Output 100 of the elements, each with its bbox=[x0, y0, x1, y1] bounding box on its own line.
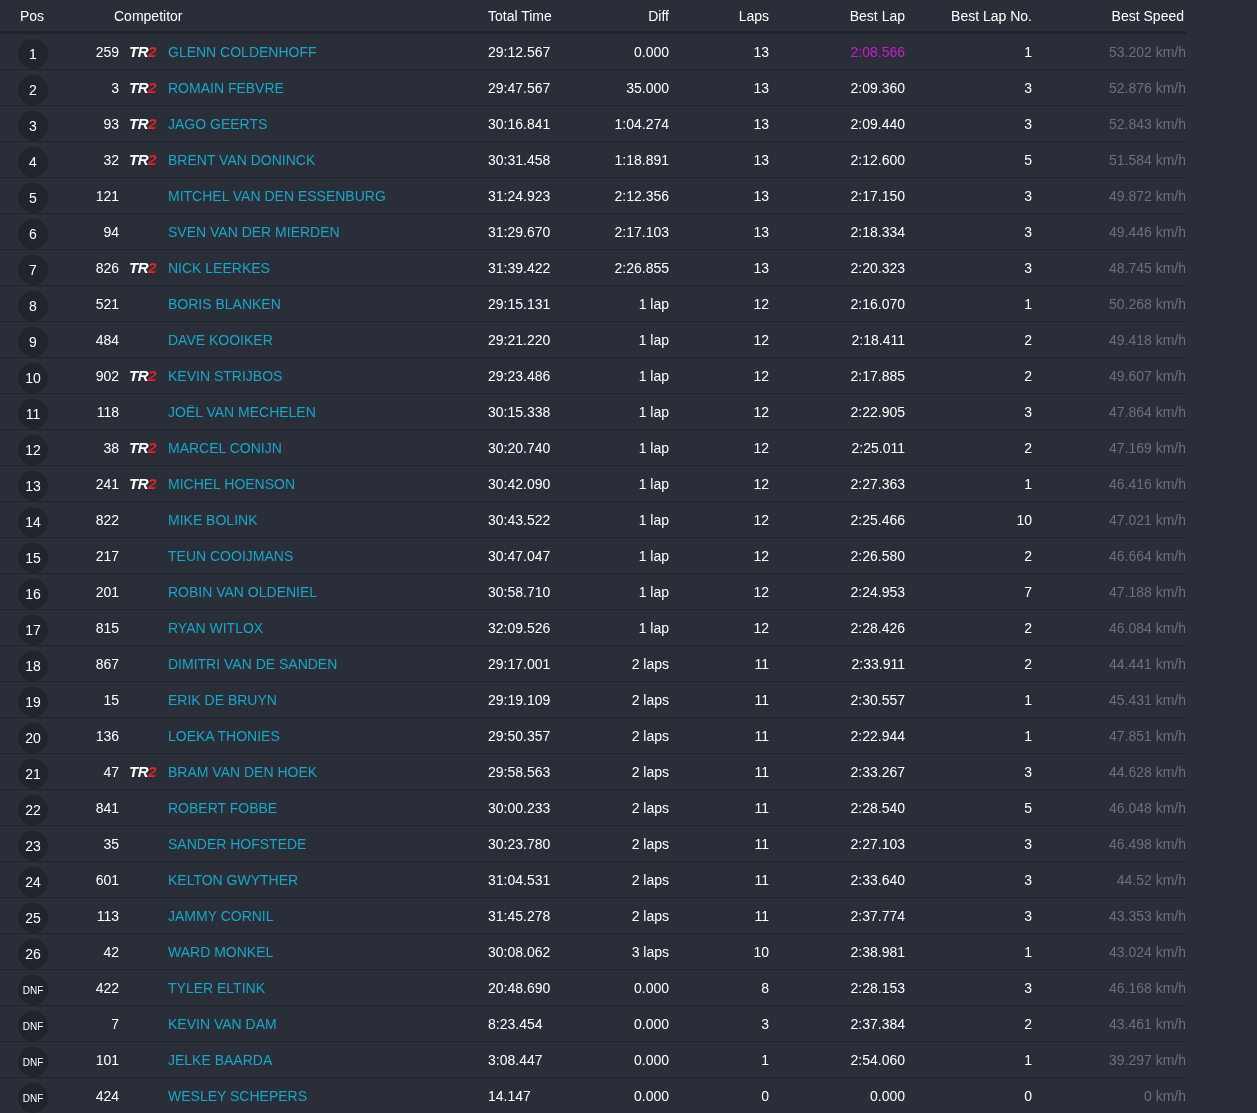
rider-name-link[interactable]: MARCEL CONIJN bbox=[168, 439, 282, 456]
rider-number: 101 bbox=[95, 1051, 119, 1068]
rider-name-link[interactable]: BRAM VAN DEN HOEK bbox=[168, 763, 318, 780]
best-lap-time: 2:33.911 bbox=[851, 655, 905, 672]
best-speed: 48.745 km/h bbox=[1108, 259, 1186, 276]
rider-number: 259 bbox=[95, 43, 119, 60]
laps-count: 13 bbox=[753, 187, 769, 204]
rider-name-link[interactable]: WESLEY SCHEPERS bbox=[168, 1087, 307, 1104]
laps-count: 13 bbox=[753, 115, 769, 132]
rider-number: 7 bbox=[111, 1015, 119, 1032]
position-badge: 1 bbox=[18, 39, 48, 69]
position-badge: 11 bbox=[18, 399, 48, 429]
rider-number: 521 bbox=[95, 295, 119, 312]
team-logo: TR2 bbox=[129, 151, 156, 168]
rider-name-link[interactable]: DAVE KOOIKER bbox=[168, 331, 273, 348]
best-lap-time: 2:24.953 bbox=[850, 583, 905, 600]
best-lap-number: 1 bbox=[1024, 295, 1032, 312]
total-time: 30:23.780 bbox=[488, 835, 551, 852]
time-diff: 2 laps bbox=[631, 655, 669, 672]
rider-name-link[interactable]: BORIS BLANKEN bbox=[168, 295, 281, 312]
best-speed: 46.416 km/h bbox=[1108, 475, 1186, 492]
position-badge: 26 bbox=[18, 939, 48, 969]
best-speed: 49.446 km/h bbox=[1108, 223, 1186, 240]
rider-number: 118 bbox=[96, 403, 119, 420]
rider-name-link[interactable]: JAMMY CORNIL bbox=[168, 907, 274, 924]
position-badge: 12 bbox=[18, 435, 48, 465]
team-logo: TR2 bbox=[129, 367, 156, 384]
time-diff: 1:04.274 bbox=[614, 115, 669, 132]
best-speed: 52.876 km/h bbox=[1108, 79, 1186, 96]
column-header: Best Lap bbox=[849, 7, 905, 24]
rider-name-link[interactable]: KEVIN STRIJBOS bbox=[168, 367, 283, 384]
rider-name-link[interactable]: TEUN COOIJMANS bbox=[168, 547, 294, 564]
best-lap-number: 1 bbox=[1024, 943, 1032, 960]
rider-name-link[interactable]: ROBIN VAN OLDENIEL bbox=[168, 583, 318, 600]
rider-name-link[interactable]: SANDER HOFSTEDE bbox=[168, 835, 307, 852]
best-speed: 44.441 km/h bbox=[1108, 655, 1186, 672]
rider-name-link[interactable]: BRENT VAN DONINCK bbox=[168, 151, 316, 168]
rider-name-link[interactable]: GLENN COLDENHOFF bbox=[168, 43, 317, 60]
time-diff: 2 laps bbox=[631, 907, 669, 924]
rider-name-link[interactable]: WARD MONKEL bbox=[168, 943, 274, 960]
column-header: Pos bbox=[19, 7, 46, 24]
time-diff: 2 laps bbox=[631, 691, 669, 708]
best-lap-number: 1 bbox=[1024, 43, 1032, 60]
best-lap-time: 2:27.103 bbox=[850, 835, 905, 852]
best-lap-number: 0 bbox=[1024, 1087, 1032, 1104]
best-lap-number: 3 bbox=[1024, 259, 1032, 276]
best-lap-time: 2:38.981 bbox=[850, 943, 905, 960]
laps-count: 12 bbox=[753, 367, 769, 384]
rider-name-link[interactable]: TYLER ELTINK bbox=[168, 979, 265, 996]
rider-number: 35 bbox=[103, 835, 119, 852]
team-logo: TR2 bbox=[129, 763, 156, 780]
best-lap-time: 2:33.640 bbox=[850, 871, 905, 888]
rider-name-link[interactable]: JAGO GEERTS bbox=[168, 115, 268, 132]
rider-name-link[interactable]: LOEKA THONIES bbox=[168, 727, 280, 744]
best-lap-time: 2:25.011 bbox=[851, 439, 905, 456]
rider-name-link[interactable]: ROBERT FOBBE bbox=[168, 799, 278, 816]
best-speed: 49.418 km/h bbox=[1108, 331, 1186, 348]
best-speed: 43.353 km/h bbox=[1108, 907, 1186, 924]
rider-name-link[interactable]: MITCHEL VAN DEN ESSENBURG bbox=[168, 187, 386, 204]
team-logo: TR2 bbox=[129, 43, 156, 60]
laps-count: 13 bbox=[753, 223, 769, 240]
rider-name-link[interactable]: MIKE BOLINK bbox=[168, 511, 258, 528]
time-diff: 1 lap bbox=[638, 511, 669, 528]
rider-number: 15 bbox=[103, 691, 119, 708]
rider-name-link[interactable]: NICK LEERKES bbox=[168, 259, 270, 276]
best-lap-number: 2 bbox=[1024, 547, 1032, 564]
position-badge: 24 bbox=[18, 867, 48, 897]
rider-name-link[interactable]: KELTON GWYTHER bbox=[168, 871, 299, 888]
total-time: 29:23.486 bbox=[488, 367, 551, 384]
best-lap-number: 3 bbox=[1024, 871, 1032, 888]
rider-name-link[interactable]: SVEN VAN DER MIERDEN bbox=[168, 223, 340, 240]
total-time: 30:20.740 bbox=[488, 439, 551, 456]
rider-name-link[interactable]: KEVIN VAN DAM bbox=[168, 1015, 277, 1032]
time-diff: 3 laps bbox=[631, 943, 669, 960]
position-badge: 16 bbox=[18, 579, 48, 609]
best-speed: 50.268 km/h bbox=[1108, 295, 1186, 312]
best-lap-number: 1 bbox=[1024, 1051, 1032, 1068]
best-lap-number: 5 bbox=[1024, 151, 1032, 168]
position-badge: 14 bbox=[18, 507, 48, 537]
rider-name-link[interactable]: JELKE BAARDA bbox=[168, 1051, 273, 1068]
position-badge: 13 bbox=[18, 471, 48, 501]
position-badge: 18 bbox=[18, 651, 48, 681]
laps-count: 11 bbox=[754, 655, 769, 672]
time-diff: 1 lap bbox=[638, 295, 669, 312]
best-lap-number: 1 bbox=[1024, 475, 1032, 492]
rider-name-link[interactable]: JOËL VAN MECHELEN bbox=[168, 403, 316, 420]
best-speed: 51.584 km/h bbox=[1108, 151, 1186, 168]
total-time: 3:08.447 bbox=[488, 1051, 543, 1068]
rider-name-link[interactable]: ERIK DE BRUYN bbox=[168, 691, 277, 708]
position-badge: DNF bbox=[18, 1083, 48, 1113]
rider-name-link[interactable]: RYAN WITLOX bbox=[168, 619, 264, 636]
rider-name-link[interactable]: MICHEL HOENSON bbox=[168, 475, 296, 492]
rider-number: 32 bbox=[103, 151, 119, 168]
position-badge: 5 bbox=[18, 183, 48, 213]
rider-name-link[interactable]: DIMITRI VAN DE SANDEN bbox=[168, 655, 338, 672]
best-lap-number: 2 bbox=[1024, 655, 1032, 672]
rider-name-link[interactable]: ROMAIN FEBVRE bbox=[168, 79, 284, 96]
rider-number: 217 bbox=[95, 547, 119, 564]
best-speed: 49.607 km/h bbox=[1108, 367, 1186, 384]
laps-count: 13 bbox=[753, 43, 769, 60]
